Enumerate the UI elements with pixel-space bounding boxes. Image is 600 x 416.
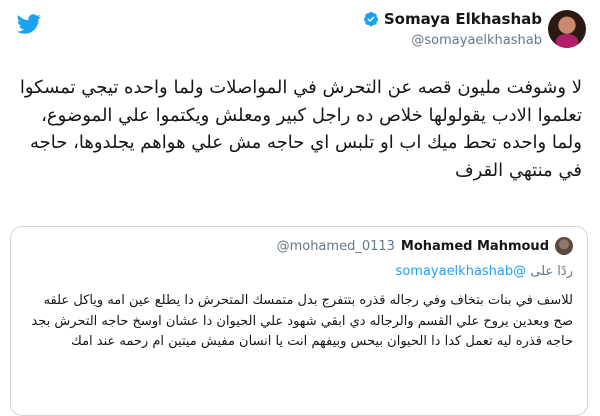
reply-context: ردًا على @somayaelkhashab: [396, 264, 573, 279]
tweet-text: لا وشوفت مليون قصه عن التحرش في المواصلا…: [19, 77, 582, 181]
quoted-tweet[interactable]: @mohamed_0113 Mohamed Mahmoud ردًا على @…: [10, 226, 588, 416]
author-avatar[interactable]: [548, 10, 586, 48]
tweet-author[interactable]: Somaya Elkhashab @somayaelkhashab: [363, 10, 542, 48]
reply-prefix: ردًا على: [530, 264, 573, 279]
quoted-name[interactable]: Mohamed Mahmoud: [401, 239, 549, 254]
reply-to-link[interactable]: @somayaelkhashab: [396, 264, 527, 279]
quoted-text: للاسف في بنات بتخاف وفي رجاله قذره بتتفر…: [31, 293, 573, 349]
author-handle[interactable]: @somayaelkhashab: [363, 33, 542, 48]
twitter-bird-icon[interactable]: [14, 12, 44, 36]
author-name[interactable]: Somaya Elkhashab: [384, 10, 542, 28]
quoted-author[interactable]: @mohamed_0113 Mohamed Mahmoud: [277, 237, 573, 255]
quoted-handle[interactable]: @mohamed_0113: [277, 239, 395, 254]
verified-badge-icon: [363, 11, 378, 27]
author-name-row[interactable]: Somaya Elkhashab: [363, 10, 542, 28]
quoted-avatar[interactable]: [555, 237, 573, 255]
